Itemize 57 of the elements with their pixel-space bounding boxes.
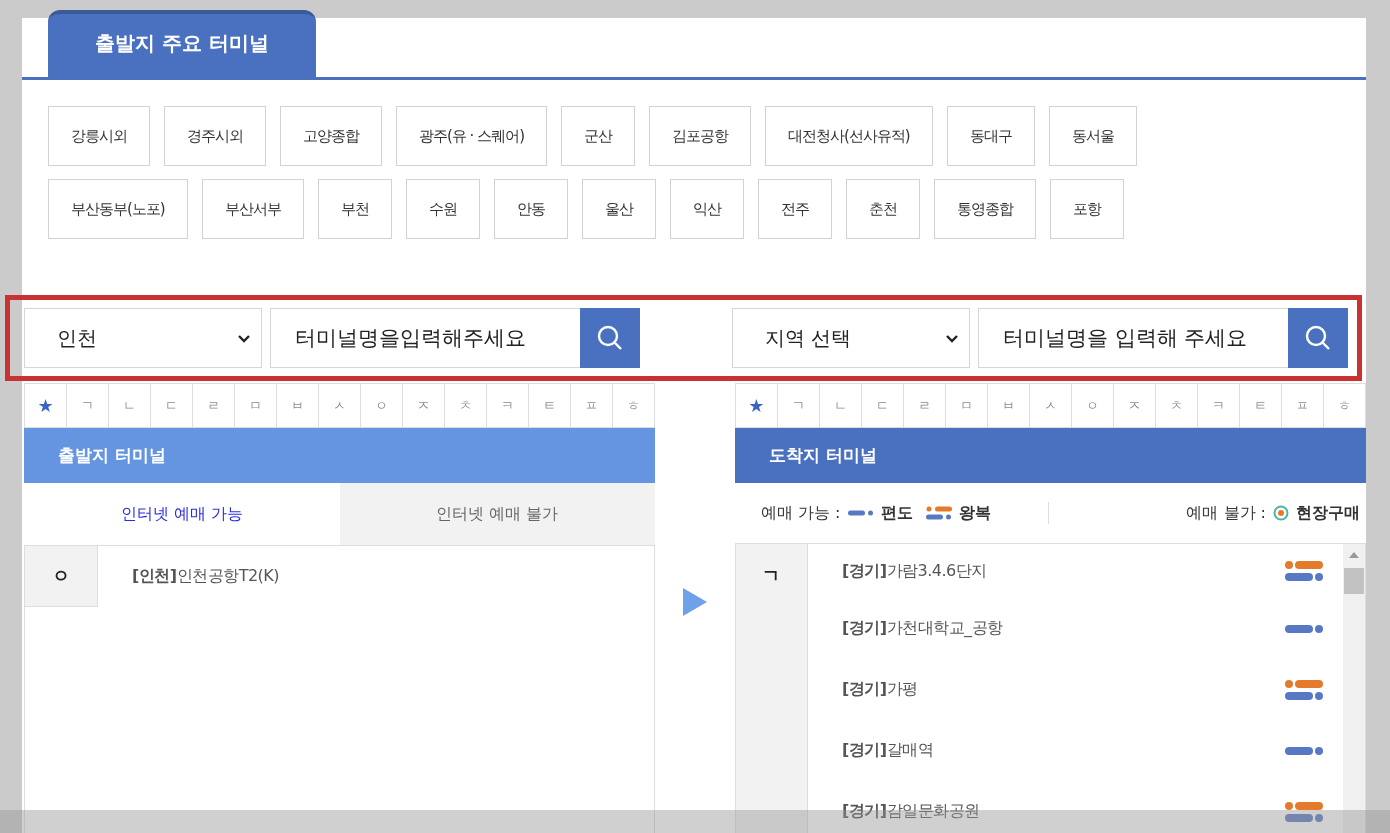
major-terminals-tab[interactable]: 출발지 주요 터미널 [48, 10, 316, 77]
terminal-button[interactable]: 수원 [405, 179, 480, 239]
terminal-button[interactable]: 광주(유 · 스퀘어) [396, 106, 547, 166]
terminal-button[interactable]: 포항 [1049, 179, 1124, 239]
terminal-search-field[interactable]: 터미널명을 입력해 주세요 [978, 308, 1288, 368]
terminal-button[interactable]: 울산 [581, 179, 656, 239]
region-select[interactable]: 지역 선택 [732, 308, 970, 368]
terminal-button[interactable]: 익산 [669, 179, 744, 239]
chevron-down-icon [237, 333, 251, 343]
terminal-button[interactable]: 춘천 [845, 179, 920, 239]
legend-label: 예매 불가 : [1186, 502, 1266, 524]
terminal-search-field[interactable]: 터미널명을입력해주세요 [270, 308, 580, 368]
terminal-button[interactable]: 안동 [493, 179, 568, 239]
terminal-item[interactable]: [경기]가평 [841, 679, 918, 700]
search-button[interactable] [1288, 308, 1348, 368]
scroll-up-icon[interactable] [1349, 552, 1359, 558]
terminal-button[interactable]: 전주 [757, 179, 832, 239]
header-title: 도착지 터미널 [768, 444, 877, 467]
header-title: 출발지 터미널 [58, 444, 166, 467]
chevron-down-icon [945, 333, 959, 343]
scrollbar[interactable] [1343, 544, 1365, 833]
booking-filter-tab[interactable]: 인터넷 예매 불가 [339, 483, 656, 545]
one-way-icon [1285, 624, 1323, 633]
legend-label: 예매 가능 : [760, 502, 841, 524]
terminal-button[interactable]: 군산 [561, 106, 635, 166]
initial-label: ㅇ [25, 546, 98, 607]
terminal-button[interactable]: 부산서부 [201, 179, 304, 239]
round-trip-icon [1285, 679, 1323, 700]
terminal-item[interactable]: [경기]감일문화공원 [841, 801, 980, 822]
target-icon [1273, 505, 1289, 521]
legend-label: 편도 [880, 502, 913, 524]
terminal-button[interactable]: 부산동부(노포) [48, 179, 188, 239]
initial-label: ㄱ [735, 544, 808, 833]
legend-label: 왕복 [958, 502, 991, 524]
terminal-button[interactable]: 강릉시외 [48, 106, 150, 166]
scrollbar-thumb[interactable] [1344, 568, 1364, 594]
legend-label: 현장구매 [1296, 502, 1360, 524]
terminal-button[interactable]: 김포공항 [649, 106, 751, 166]
terminal-item[interactable]: [인천]인천공항T2(K) [132, 565, 280, 587]
terminal-item[interactable]: [경기]가천대학교_공항 [841, 618, 1003, 639]
terminal-button[interactable]: 부천 [317, 179, 392, 239]
round-trip-icon [1285, 561, 1323, 581]
region-select[interactable]: 인천 [24, 308, 262, 368]
search-button[interactable] [580, 308, 640, 368]
terminal-button[interactable]: 통영종합 [933, 179, 1036, 239]
round-trip-icon [925, 506, 952, 520]
round-trip-icon [1285, 801, 1323, 822]
terminal-button[interactable]: 동대구 [946, 106, 1035, 166]
one-way-icon [847, 510, 874, 516]
terminal-item[interactable]: [경기]갈매역 [841, 740, 934, 761]
terminal-button[interactable]: 동서울 [1048, 106, 1137, 166]
terminal-button[interactable]: 대전청사(선사유적) [765, 106, 933, 166]
terminal-item[interactable]: [경기]가람3.4.6단지 [841, 560, 987, 582]
terminal-button[interactable]: 경주시외 [164, 106, 266, 166]
one-way-icon [1285, 746, 1323, 755]
terminal-button[interactable]: 고양종합 [280, 106, 382, 166]
play-arrow-icon [683, 588, 707, 616]
